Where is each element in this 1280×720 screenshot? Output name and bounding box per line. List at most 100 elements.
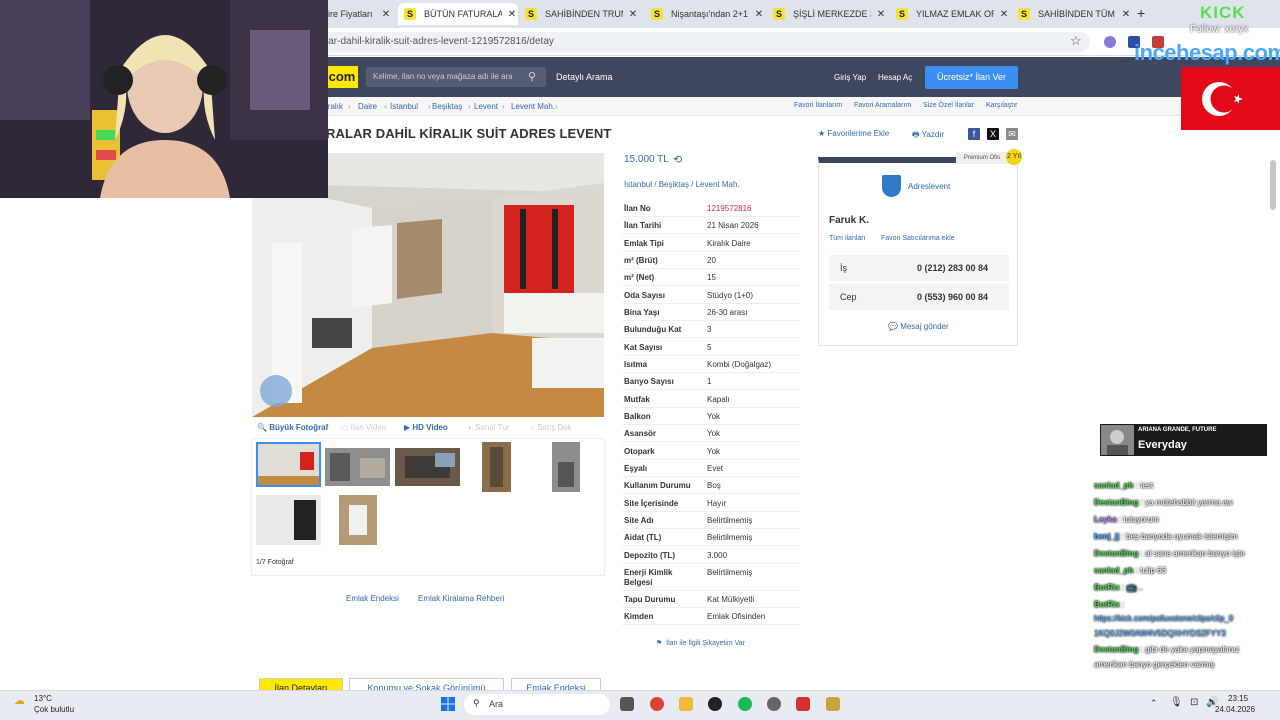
breadcrumb-item[interactable]: Levent Mah. <box>511 102 555 111</box>
app-icon[interactable] <box>826 697 840 711</box>
photo-thumbnail[interactable] <box>482 442 511 492</box>
facebook-share-icon[interactable]: f <box>968 128 980 140</box>
big-photo-button[interactable]: 🔍 Büyük Fotoğraf <box>257 423 328 432</box>
detail-label: Bina Yaşı <box>624 308 660 317</box>
close-tab-icon[interactable]: ✕ <box>380 9 392 20</box>
search-input[interactable]: Kelime, ilan no veya mağaza adı ile ara <box>366 67 546 87</box>
taskbar-date[interactable]: 24.04.2026 <box>1215 705 1255 714</box>
location-district-link[interactable]: Beşiktaş <box>659 180 689 189</box>
add-favorite-link[interactable]: ★ Favorilerime Ekle <box>818 129 889 138</box>
print-link[interactable]: 🖶 Yazdır <box>912 129 944 143</box>
chat-username: DestanBing <box>1094 549 1139 558</box>
location-neighborhood-link[interactable]: Levent Mah. <box>696 180 740 189</box>
sale-doc-label: Satış Dok <box>537 423 572 432</box>
extension-icon[interactable] <box>1104 36 1116 48</box>
discord-icon[interactable] <box>708 697 722 711</box>
favorite-seller-link[interactable]: Favori Satıcılarıma ekle <box>881 235 955 242</box>
bookmark-star-icon[interactable]: ☆ <box>1070 33 1082 49</box>
real-estate-index-link[interactable]: Emlak Endeksi <box>346 594 399 603</box>
virtual-tour-button[interactable]: ◐ Sanal Tur <box>468 423 509 432</box>
header-quick-link[interactable]: Favori İlanlarım <box>794 102 842 109</box>
detail-label: Bulunduğu Kat <box>624 325 682 334</box>
task-view-icon[interactable] <box>620 697 634 711</box>
photo-thumbnail[interactable] <box>256 442 321 487</box>
site-logo[interactable]: com <box>326 66 358 88</box>
photo-thumbnail[interactable] <box>325 448 390 486</box>
breadcrumb-item[interactable]: Levent <box>474 102 498 111</box>
browser-tab[interactable]: S YILMAZ EMLAK ORTA ✕ <box>890 3 1010 25</box>
start-button-icon[interactable] <box>441 697 455 711</box>
steam-icon[interactable] <box>767 697 781 711</box>
file-explorer-icon[interactable] <box>679 697 693 711</box>
email-share-icon[interactable]: ✉ <box>1006 128 1018 140</box>
browser-tab[interactable]: S Nişantaşı'ndan 2+1 v ✕ <box>645 3 765 25</box>
album-art <box>1101 425 1134 455</box>
spotify-icon[interactable] <box>738 697 752 711</box>
taskbar-time[interactable]: 23:15 <box>1228 694 1248 703</box>
microphone-icon[interactable]: 🎙 <box>1170 697 1183 708</box>
breadcrumb-item[interactable]: iralık <box>326 102 343 111</box>
weather-temp[interactable]: 13°C <box>34 694 52 703</box>
breadcrumb-item[interactable]: Daire <box>358 102 377 111</box>
close-tab-icon[interactable]: ✕ <box>998 9 1010 20</box>
browser-tab[interactable]: S BÜTÜN FATURALAR D ✕ <box>398 3 518 25</box>
chat-text: test <box>1140 481 1154 490</box>
phone-number[interactable]: 0 (553) 960 00 84 <box>917 292 988 302</box>
url-bar[interactable]: lar-dahil-kiralik-suit-adres-levent-1219… <box>300 32 1090 52</box>
store-name-link[interactable]: Adreslevent <box>908 182 950 191</box>
browser-tab[interactable]: S SAHİBİNDEN TRUMP ✕ <box>519 3 639 25</box>
login-link[interactable]: Giriş Yap <box>834 73 866 82</box>
app-icon[interactable] <box>796 697 810 711</box>
close-tab-icon[interactable]: ✕ <box>506 9 518 20</box>
ad-video-button[interactable]: ▭ İlan Video <box>341 423 386 432</box>
browser-tab[interactable]: ire Fiyatları ✕ <box>322 3 392 25</box>
close-tab-icon[interactable]: ✕ <box>753 9 765 20</box>
register-link[interactable]: Hesap Aç <box>878 73 912 82</box>
breadcrumb-separator-icon: › <box>502 102 505 111</box>
all-listings-link[interactable]: Tüm ilanları <box>829 235 866 242</box>
weather-icon[interactable]: ☁ <box>14 694 25 707</box>
new-tab-button[interactable]: + <box>1137 5 1145 21</box>
post-ad-button[interactable]: Ücretsiz* İlan Ver <box>925 66 1018 89</box>
search-icon[interactable]: ⚲ <box>528 70 536 83</box>
virtual-tour-label: Sanal Tur <box>475 423 510 432</box>
network-icon[interactable]: ⊡ <box>1190 697 1198 708</box>
store-logo[interactable] <box>882 175 901 197</box>
x-share-icon[interactable]: X <box>987 128 999 140</box>
taskbar-search[interactable]: Ara <box>464 694 610 715</box>
sponsor-logo: incehesap.com <box>1134 40 1280 65</box>
close-tab-icon[interactable]: ✕ <box>1120 9 1132 20</box>
breadcrumb-item[interactable]: Beşiktaş <box>432 102 462 111</box>
page-scrollbar[interactable] <box>1270 160 1276 210</box>
location-city-link[interactable]: İstanbul <box>624 180 652 189</box>
tray-chevron-icon[interactable]: ⌃ <box>1150 698 1158 709</box>
chrome-icon[interactable] <box>650 697 664 711</box>
detailed-search-link[interactable]: Detaylı Arama <box>556 72 613 82</box>
browser-tab[interactable]: S ŞİŞLİ MERKEZDE 3+1 ✕ <box>767 3 887 25</box>
header-quick-link[interactable]: Karşılaştır <box>986 102 1018 109</box>
weather-condition[interactable]: Çok bulutlu <box>34 705 74 714</box>
photo-thumbnail[interactable] <box>552 442 580 492</box>
price-history-icon[interactable]: ⟲ <box>673 153 682 166</box>
chat-text: ya mütehabbit yarrna aw <box>1145 498 1233 507</box>
detail-value: Yok <box>707 412 721 421</box>
sale-doc-button[interactable]: ⌂ Satış Dok <box>530 423 572 432</box>
hd-video-button[interactable]: ▶ HD Video <box>404 423 448 432</box>
phone-number[interactable]: 0 (212) 283 00 84 <box>917 263 988 273</box>
photo-thumbnail[interactable] <box>339 495 377 545</box>
detail-label: Eşyalı <box>624 464 648 473</box>
photo-thumbnail[interactable] <box>256 495 321 545</box>
chat-username: DestanBing <box>1094 498 1139 507</box>
detail-label: Site Adı <box>624 516 654 525</box>
rental-guide-link[interactable]: Emlak Kiralama Rehberi <box>418 594 504 603</box>
breadcrumb-item[interactable]: İstanbul <box>390 102 418 111</box>
send-message-link[interactable]: 💬 Mesaj gönder <box>888 322 949 331</box>
report-listing-link[interactable]: ⚑ İlan ile İlgili Şikayetim Var <box>656 639 745 647</box>
header-quick-link[interactable]: Size Özel İlanlar <box>923 102 974 109</box>
close-tab-icon[interactable]: ✕ <box>627 9 639 20</box>
close-tab-icon[interactable]: ✕ <box>875 9 887 20</box>
photo-thumbnail[interactable] <box>395 448 460 486</box>
browser-tab[interactable]: S SAHİBİNDEN TÜM FA ✕ <box>1012 3 1132 25</box>
sahibinden-favicon-icon: S <box>896 8 908 20</box>
header-quick-link[interactable]: Favori Aramalarım <box>854 102 911 109</box>
